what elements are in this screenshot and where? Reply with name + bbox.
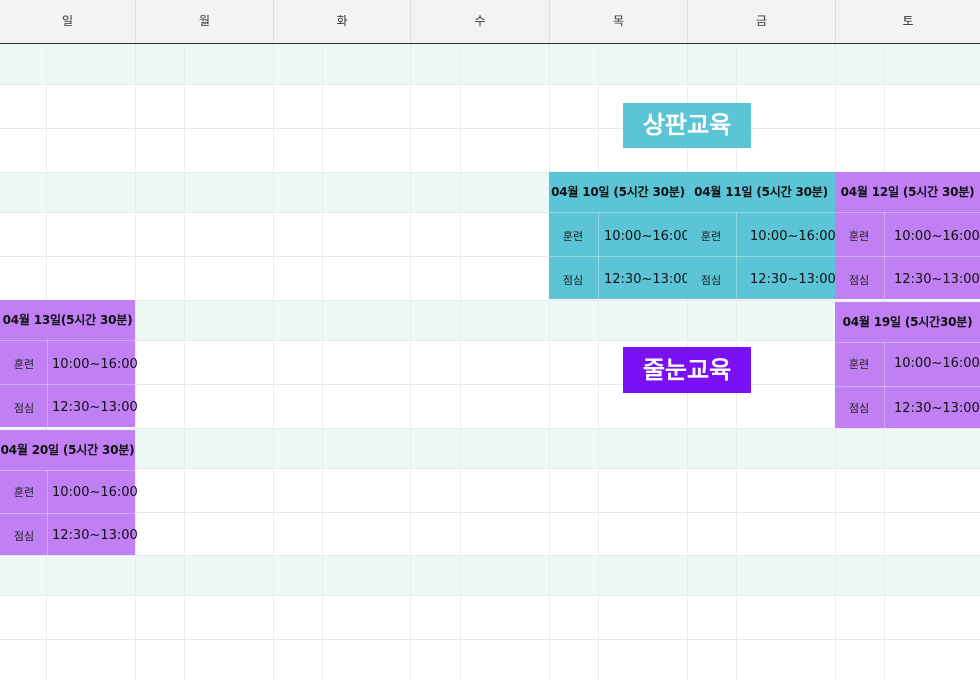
block-divider [598, 212, 599, 299]
lunch-time: 12:30~13:00 [750, 272, 836, 287]
header-divider [273, 0, 274, 43]
block-divider [549, 256, 687, 257]
training-label: 훈련 [562, 230, 584, 243]
block-divider [884, 212, 885, 299]
week-band [0, 44, 980, 84]
day-header-sat: 토 [902, 14, 914, 28]
training-time: 10:00~16:00 [604, 229, 690, 244]
block-divider [835, 342, 980, 343]
grout-training-banner: 줄눈교육 [623, 347, 751, 393]
training-label: 훈련 [848, 230, 870, 243]
training-time: 10:00~16:00 [894, 356, 980, 371]
schedule-block-0411[interactable]: 04월 11일 (5시간 30분) 훈련 10:00~16:00 점심 12:3… [687, 172, 836, 299]
schedule-date-title: 04월 12일 (5시간 30분) [840, 185, 975, 199]
lunch-label: 점심 [848, 274, 870, 287]
header-divider [549, 0, 550, 43]
lunch-label: 점심 [848, 402, 870, 415]
lunch-label: 점심 [700, 274, 722, 287]
grid-line [0, 555, 980, 556]
header-divider [410, 0, 411, 43]
grid-line [410, 44, 411, 680]
grid-line [0, 300, 980, 301]
grid-line [598, 44, 599, 680]
block-divider [0, 384, 135, 385]
schedule-date-title: 04월 20일 (5시간 30분) [0, 443, 135, 457]
lunch-time: 12:30~13:00 [894, 272, 980, 287]
schedule-block-0413[interactable]: 04월 13일(5시간 30분) 훈련 10:00~16:00 점심 12:30… [0, 300, 138, 427]
lunch-label: 점심 [562, 274, 584, 287]
week-band [0, 555, 980, 595]
top-slab-training-banner: 상판교육 [623, 103, 751, 148]
block-divider [687, 256, 835, 257]
block-divider [835, 256, 980, 257]
week-band [0, 428, 980, 468]
training-label: 훈련 [700, 230, 722, 243]
block-divider [0, 470, 135, 471]
grid-line [0, 128, 980, 129]
block-divider [835, 212, 980, 213]
lunch-time: 12:30~13:00 [604, 272, 690, 287]
grid-line [0, 512, 980, 513]
block-divider [736, 212, 737, 299]
grid-line [322, 44, 323, 680]
header-divider [835, 0, 836, 43]
grid-line [0, 639, 980, 640]
training-time: 10:00~16:00 [52, 485, 138, 500]
day-header-sun: 일 [61, 14, 74, 28]
training-time: 10:00~16:00 [52, 357, 138, 372]
week-band [0, 300, 980, 340]
grid-line [0, 340, 980, 341]
block-divider [0, 340, 135, 341]
schedule-block-0419[interactable]: 04월 19일 (5시간30분) 훈련 10:00~16:00 점심 12:30… [835, 302, 980, 428]
schedule-block-0412[interactable]: 04월 12일 (5시간 30분) 훈련 10:00~16:00 점심 12:3… [835, 172, 980, 299]
lunch-time: 12:30~13:00 [52, 400, 138, 415]
day-header-fri: 금 [755, 14, 768, 28]
header-divider [135, 0, 136, 43]
block-divider [549, 212, 687, 213]
schedule-date-title: 04월 11일 (5시간 30분) [694, 185, 828, 199]
grid-line [273, 44, 274, 680]
grid-line [184, 44, 185, 680]
calendar-grid [0, 44, 980, 680]
training-label: 훈련 [13, 358, 35, 371]
schedule-block-0410[interactable]: 04월 10일 (5시간 30분) 훈련 10:00~16:00 점심 12:3… [549, 172, 690, 299]
grid-line [0, 384, 980, 385]
calendar-header: 일 월 화 수 목 금 토 [0, 0, 980, 44]
day-header-wed: 수 [474, 14, 486, 28]
grid-line [0, 468, 980, 469]
training-label: 훈련 [13, 486, 35, 499]
schedule-date-title: 04월 19일 (5시간30분) [842, 315, 973, 329]
block-divider [884, 342, 885, 428]
block-divider [835, 386, 980, 387]
grid-line [460, 44, 461, 680]
lunch-time: 12:30~13:00 [52, 528, 138, 543]
day-header-thu: 목 [612, 14, 625, 28]
day-header-tue: 화 [336, 14, 348, 28]
block-divider [687, 212, 835, 213]
schedule-block-0420[interactable]: 04월 20일 (5시간 30분) 훈련 10:00~16:00 점심 12:3… [0, 430, 138, 555]
grid-line [0, 595, 980, 596]
grid-line [0, 84, 980, 85]
lunch-label: 점심 [13, 402, 35, 415]
lunch-label: 점심 [13, 530, 35, 543]
training-label: 훈련 [848, 358, 870, 371]
schedule-date-title: 04월 13일(5시간 30분) [2, 313, 133, 327]
training-time: 10:00~16:00 [750, 229, 836, 244]
header-divider [687, 0, 688, 43]
block-divider [0, 513, 135, 514]
grid-line [0, 428, 980, 429]
lunch-time: 12:30~13:00 [894, 401, 980, 416]
grid-line [549, 44, 550, 680]
schedule-date-title: 04월 10일 (5시간 30분) [551, 185, 685, 199]
day-header-mon: 월 [198, 14, 211, 28]
training-time: 10:00~16:00 [894, 229, 980, 244]
